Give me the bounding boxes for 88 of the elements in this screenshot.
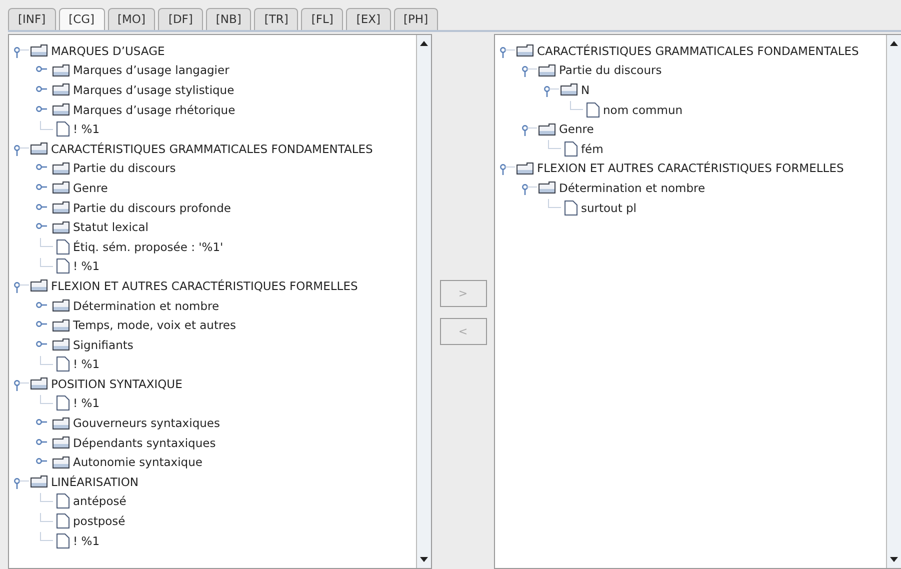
- tab[interactable]: [PH]: [394, 8, 438, 30]
- tree-item[interactable]: nom commun: [603, 102, 683, 117]
- tree-item[interactable]: FLEXION ET AUTRES CARACTÉRISTIQUES FORMELLES: [51, 278, 358, 293]
- folder-icon: [30, 475, 48, 488]
- folder-icon: [52, 181, 70, 194]
- folder-icon: [52, 201, 70, 214]
- folder-icon: [538, 181, 556, 194]
- document-icon: [56, 121, 70, 138]
- scrollbar[interactable]: [886, 35, 901, 568]
- tree-item[interactable]: N: [581, 82, 590, 97]
- folder-icon: [52, 416, 70, 430]
- tree-item[interactable]: Partie du discours: [73, 161, 176, 176]
- document-icon: [56, 356, 70, 372]
- tab[interactable]: [MO]: [108, 8, 156, 30]
- folder-icon: [52, 103, 70, 116]
- folder-icon: [52, 299, 70, 312]
- scroll-up-icon[interactable]: [420, 41, 428, 46]
- tab[interactable]: [CG]: [58, 8, 105, 30]
- folder-icon: [52, 318, 70, 332]
- tree-item[interactable]: LINÉARISATION: [51, 474, 138, 489]
- tree-item[interactable]: Genre: [73, 180, 108, 195]
- tree-item[interactable]: Détermination et nombre: [73, 298, 220, 313]
- document-icon: [56, 258, 70, 274]
- folder-icon: [52, 83, 70, 96]
- folder-icon: [52, 220, 70, 234]
- folder-icon: [52, 162, 70, 175]
- document-icon: [56, 493, 70, 510]
- folder-icon: [30, 279, 48, 292]
- scroll-down-icon[interactable]: [420, 557, 428, 562]
- folder-icon: [30, 142, 48, 156]
- tree-item[interactable]: Dépendants syntaxiques: [73, 436, 216, 450]
- folder-icon: [30, 377, 48, 390]
- tree-item[interactable]: Étiq. sém. proposée : '%1': [73, 240, 224, 254]
- toggle-icon[interactable]: [521, 63, 537, 78]
- tab[interactable]: [TR]: [254, 8, 298, 30]
- folder-icon: [52, 436, 70, 450]
- tree-item[interactable]: Statut lexical: [73, 220, 148, 234]
- folder-icon: [516, 162, 534, 175]
- tree-item[interactable]: Autonomie syntaxique: [73, 455, 202, 470]
- document-icon: [564, 140, 578, 157]
- folder-icon: [52, 456, 70, 469]
- scroll-down-icon[interactable]: [890, 557, 898, 562]
- tree-item[interactable]: Signifiants: [73, 338, 134, 352]
- tree-item[interactable]: POSITION SYNTAXIQUE: [51, 376, 182, 391]
- tree-item[interactable]: Partie du discours: [559, 63, 662, 78]
- scrollbar[interactable]: [416, 35, 431, 568]
- tab[interactable]: [FL]: [301, 8, 344, 30]
- tree-item[interactable]: CARACTÉRISTIQUES GRAMMATICALES FONDAMENTALES: [537, 44, 859, 58]
- document-icon: [56, 532, 70, 549]
- tree-item[interactable]: fém: [581, 142, 604, 156]
- folder-icon: [52, 64, 70, 77]
- tree-item[interactable]: Marques d’usage rhétorique: [73, 102, 236, 117]
- tab[interactable]: [NB]: [206, 8, 252, 30]
- tree-item[interactable]: postposé: [73, 514, 126, 528]
- tree-item[interactable]: antéposé: [73, 494, 126, 508]
- tree-item[interactable]: surtout pl: [581, 200, 637, 215]
- tree-item[interactable]: ! %1: [73, 357, 100, 372]
- document-icon: [564, 200, 578, 216]
- tree-item[interactable]: ! %1: [73, 259, 100, 274]
- tree-item[interactable]: Détermination et nombre: [559, 180, 706, 195]
- tree-item[interactable]: Gouverneurs syntaxiques: [73, 416, 220, 430]
- tree-item[interactable]: ! %1: [73, 122, 100, 136]
- tab[interactable]: [EX]: [346, 8, 391, 30]
- toggle-icon[interactable]: [521, 122, 537, 136]
- tab[interactable]: [DF]: [158, 8, 203, 30]
- folder-icon: [538, 64, 556, 77]
- toggle-icon[interactable]: [499, 161, 515, 176]
- tree-item[interactable]: MARQUES D’USAGE: [51, 44, 165, 58]
- tab[interactable]: [INF]: [8, 8, 56, 30]
- tree-item[interactable]: FLEXION ET AUTRES CARACTÉRISTIQUES FORMELLES: [537, 161, 844, 176]
- tree-item[interactable]: ! %1: [73, 534, 100, 548]
- folder-icon: [560, 83, 578, 96]
- folder-icon: [538, 122, 556, 136]
- tree-item[interactable]: Marques d’usage langagier: [73, 63, 230, 78]
- folder-icon: [52, 338, 70, 352]
- tree-item[interactable]: Marques d’usage stylistique: [73, 82, 234, 97]
- document-icon: [56, 513, 70, 530]
- tree-item[interactable]: CARACTÉRISTIQUES GRAMMATICALES FONDAMENTALES: [51, 142, 373, 156]
- tree-item[interactable]: ! %1: [73, 396, 100, 410]
- tree-item[interactable]: Partie du discours profonde: [73, 200, 231, 215]
- folder-icon: [516, 44, 534, 58]
- folder-icon: [30, 44, 48, 58]
- document-icon: [56, 238, 70, 255]
- document-icon: [56, 395, 70, 412]
- scroll-up-icon[interactable]: [890, 41, 898, 46]
- tree-item[interactable]: Genre: [559, 122, 594, 136]
- document-icon: [586, 102, 600, 118]
- tree-item[interactable]: Temps, mode, voix et autres: [73, 318, 236, 332]
